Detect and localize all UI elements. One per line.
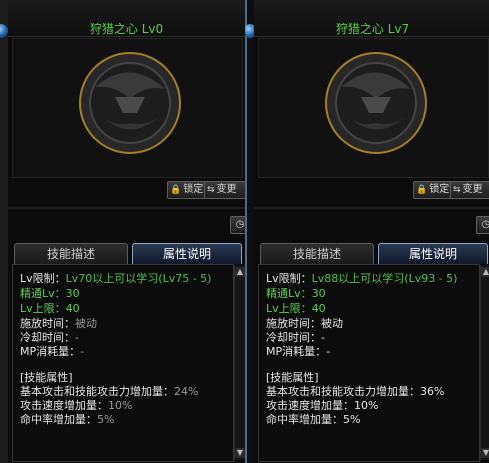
lock-label: 锁定: [183, 184, 204, 195]
skill-art-area: [258, 38, 489, 178]
max-lv: Lv上限：40: [20, 302, 80, 315]
hit-row: 命中率增加量：5%: [266, 413, 361, 426]
attribute-content: Lv限制：Lv88以上可以学习(Lv93 - 5) 精通Lv：30 Lv上限：4…: [258, 264, 480, 462]
window-edge-left: [0, 0, 8, 463]
skill-art-area: [12, 38, 243, 178]
tab-skill-description[interactable]: 技能描述: [260, 243, 374, 264]
globe-icon: [0, 24, 8, 38]
max-lv: Lv上限：40: [266, 302, 326, 315]
swap-icon: ⇆: [453, 185, 461, 195]
swap-icon: ⇆: [207, 185, 215, 195]
lock-icon: 🔒: [416, 185, 428, 195]
scrollbar[interactable]: ▲ ▼: [234, 265, 245, 460]
normal-lv: 精通Lv：30: [266, 287, 326, 300]
mp-row: MP消耗量：-: [20, 345, 85, 358]
skill-title: 狩猎之心 Lv0: [89, 22, 164, 36]
lv-limit-row: Lv限制：Lv88以上可以学习(Lv93 - 5): [266, 272, 458, 285]
normal-lv: 精通Lv：30: [20, 287, 80, 300]
title-bar: 狩猎之心 Lv7: [254, 0, 489, 37]
change-button[interactable]: ⇆ 变更: [450, 181, 489, 199]
scrollbar[interactable]: ▲ ▼: [480, 265, 489, 460]
tab-attribute-description[interactable]: 属性说明: [132, 243, 242, 264]
clock-icon: ◷: [235, 219, 245, 230]
lock-icon: 🔒: [170, 185, 182, 195]
mp-row: MP消耗量：-: [266, 345, 331, 358]
lv-limit-row: Lv限制：Lv70以上可以学习(Lv75 - 5): [20, 272, 212, 285]
scroll-down-icon[interactable]: ▼: [481, 448, 489, 458]
tab-skill-description[interactable]: 技能描述: [14, 243, 128, 264]
clock-icon: ◷: [481, 219, 489, 230]
skill-panel-lv7: 狩猎之心 Lv7 🔒 锁定 ⇆ 变更 ◷ 技能描述 属性说明 Lv限制：Lv88以上…: [254, 0, 489, 463]
divider: [8, 207, 245, 209]
clock-button[interactable]: ◷: [230, 216, 245, 234]
scroll-up-icon[interactable]: ▲: [481, 267, 489, 277]
change-label: 变更: [216, 184, 237, 195]
change-button[interactable]: ⇆ 变更: [204, 181, 245, 199]
clock-button[interactable]: ◷: [476, 216, 489, 234]
lock-label: 锁定: [429, 184, 450, 195]
title-bar: 狩猎之心 Lv0: [8, 0, 245, 37]
window-divider: [243, 0, 257, 463]
skill-title: 狩猎之心 Lv7: [335, 22, 410, 36]
skill-panel-lv0: 狩猎之心 Lv0 🔒 锁定 ⇆ 变更 ◷ 技能描述 属性说明 Lv限制：Lv70以上…: [8, 0, 245, 463]
attribute-content: Lv限制：Lv70以上可以学习(Lv75 - 5) 精通Lv：30 Lv上限：4…: [12, 264, 234, 462]
dungeon-fighter-emblem: [325, 52, 427, 154]
tab-attribute-description[interactable]: 属性说明: [378, 243, 488, 264]
hit-row: 命中率增加量：5%: [20, 413, 115, 426]
change-label: 变更: [462, 184, 483, 195]
dungeon-fighter-emblem: [79, 52, 181, 154]
scroll-down-icon[interactable]: ▼: [235, 448, 245, 458]
divider: [254, 207, 489, 209]
scroll-up-icon[interactable]: ▲: [235, 267, 245, 277]
lock-button[interactable]: 🔒 锁定: [413, 181, 454, 199]
lock-button[interactable]: 🔒 锁定: [167, 181, 208, 199]
